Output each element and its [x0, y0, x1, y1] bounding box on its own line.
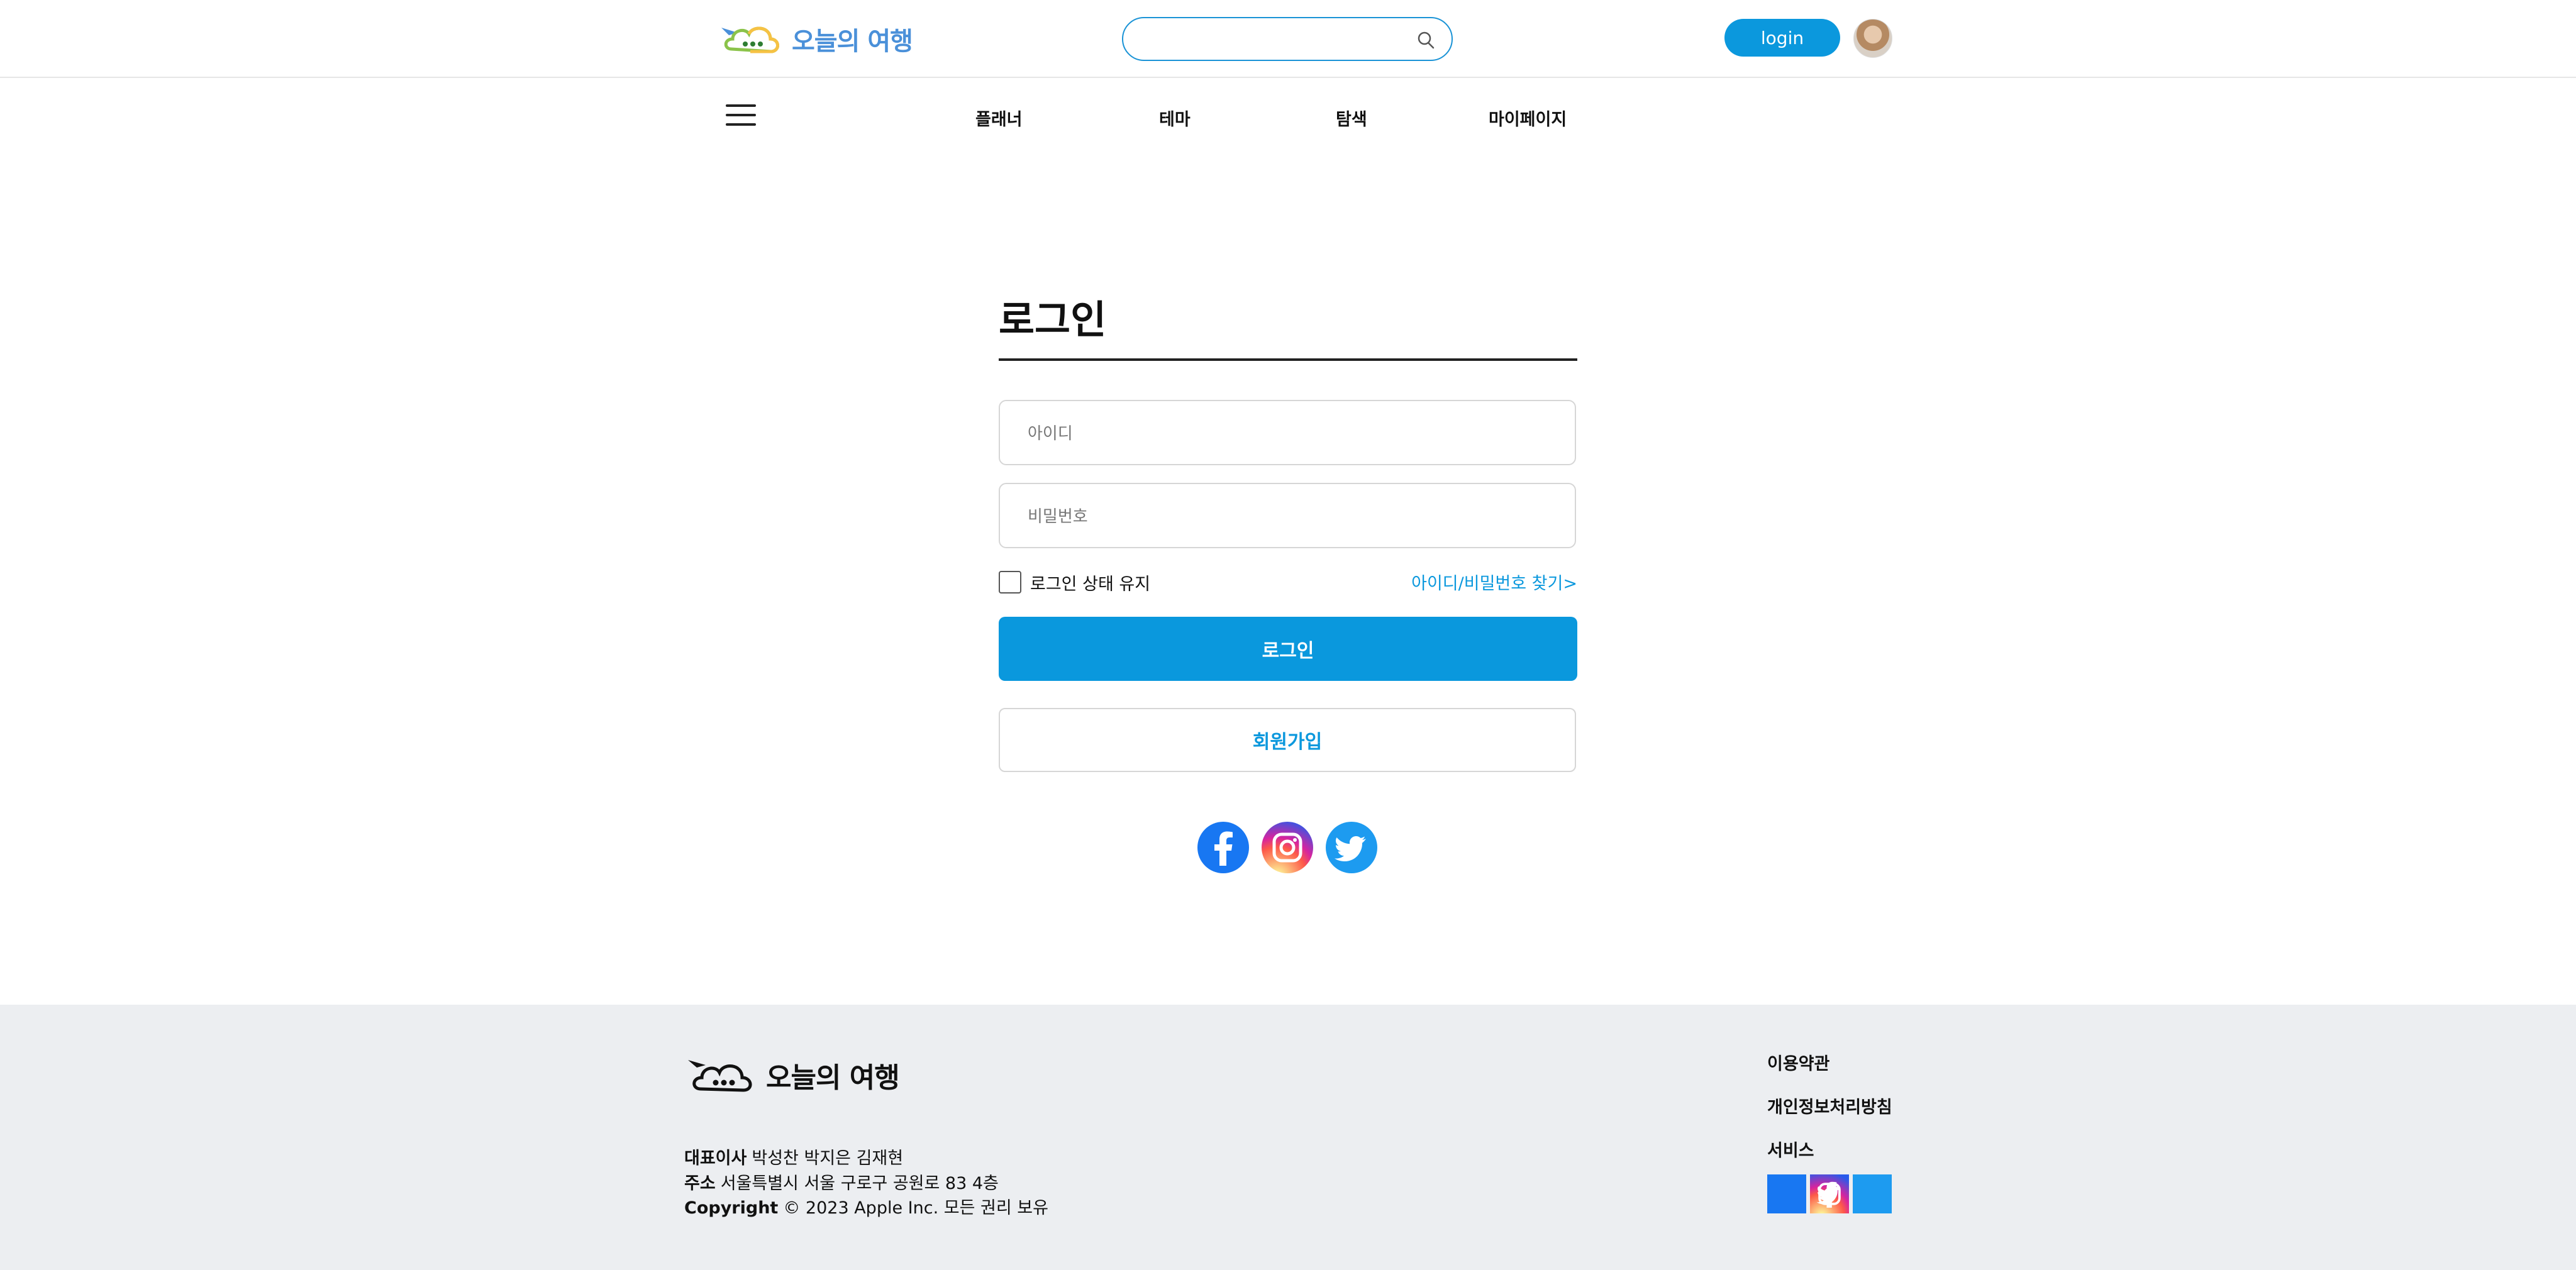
cloud-logo-icon [688, 1060, 752, 1092]
password-input[interactable] [1028, 503, 1543, 531]
signup-button[interactable]: 회원가입 [999, 708, 1576, 772]
avatar[interactable] [1853, 19, 1892, 58]
nav-item-planner[interactable]: 플래너 [975, 106, 1023, 130]
search-icon[interactable] [1415, 30, 1436, 51]
footer-ceo-label: 대표이사 [684, 1149, 747, 1168]
footer-logo-text: 오늘의 여행 [766, 1062, 900, 1094]
footer-copyright-value: © 2023 Apple Inc. 모든 권리 보유 [783, 1198, 1048, 1218]
site-logo[interactable]: 오늘의 여행 [713, 14, 913, 64]
nav-item-explore[interactable]: 탐색 [1336, 106, 1367, 130]
search-bar[interactable] [1122, 17, 1453, 61]
footer-social [1767, 1174, 1892, 1213]
logo-text: 오늘의 여행 [792, 27, 913, 56]
footer-copyright: Copyright © 2023 Apple Inc. 모든 권리 보유 [684, 1194, 1048, 1218]
twitter-icon[interactable] [1816, 1174, 1892, 1213]
footer-logo[interactable]: 오늘의 여행 [684, 1050, 900, 1100]
keep-login-label[interactable]: 로그인 상태 유지 [1030, 570, 1150, 595]
id-field[interactable] [999, 400, 1576, 465]
page-title: 로그인 [999, 297, 1107, 343]
password-field[interactable] [999, 483, 1576, 548]
top-header: 오늘의 여행 login [0, 0, 2576, 78]
twitter-icon[interactable] [1326, 822, 1377, 873]
id-input[interactable] [1028, 420, 1543, 448]
footer-ceo-value: 박성찬 박지은 김재현 [752, 1149, 904, 1168]
footer-copyright-label: Copyright [684, 1198, 779, 1218]
search-input[interactable] [1142, 26, 1406, 53]
footer-link-privacy[interactable]: 개인정보처리방침 [1767, 1093, 1892, 1118]
footer-link-terms[interactable]: 이용약관 [1767, 1050, 1892, 1074]
cloud-logo-icon [721, 26, 779, 53]
footer-address-value: 서울특별시 서울 구로구 공원로 83 4층 [720, 1174, 999, 1193]
footer-address: 주소 서울특별시 서울 구로구 공원로 83 4층 [684, 1169, 999, 1194]
footer-links: 이용약관 개인정보처리방침 서비스 [1767, 1050, 1892, 1180]
main-nav: 플래너 테마 탐색 마이페이지 [0, 79, 2576, 155]
footer-address-label: 주소 [684, 1174, 716, 1193]
footer-ceo: 대표이사 박성찬 박지은 김재현 [684, 1144, 903, 1169]
keep-login[interactable]: 로그인 상태 유지 [999, 570, 1150, 595]
facebook-icon[interactable] [1197, 822, 1249, 873]
social-login [1197, 822, 1377, 873]
nav-item-theme[interactable]: 테마 [1159, 106, 1191, 130]
keep-login-checkbox[interactable] [999, 571, 1021, 594]
footer-link-service[interactable]: 서비스 [1767, 1137, 1892, 1161]
site-footer: 오늘의 여행 대표이사 박성찬 박지은 김재현 주소 서울특별시 서울 구로구 공원… [0, 1005, 2576, 1270]
login-submit-button[interactable]: 로그인 [999, 617, 1577, 681]
hamburger-menu-icon[interactable] [726, 104, 756, 130]
title-divider [999, 358, 1577, 361]
instagram-icon[interactable] [1262, 822, 1313, 873]
nav-item-mypage[interactable]: 마이페이지 [1489, 106, 1567, 130]
find-account-link[interactable]: 아이디/비밀번호 찾기> [1411, 570, 1577, 594]
header-login-button[interactable]: login [1724, 19, 1840, 57]
